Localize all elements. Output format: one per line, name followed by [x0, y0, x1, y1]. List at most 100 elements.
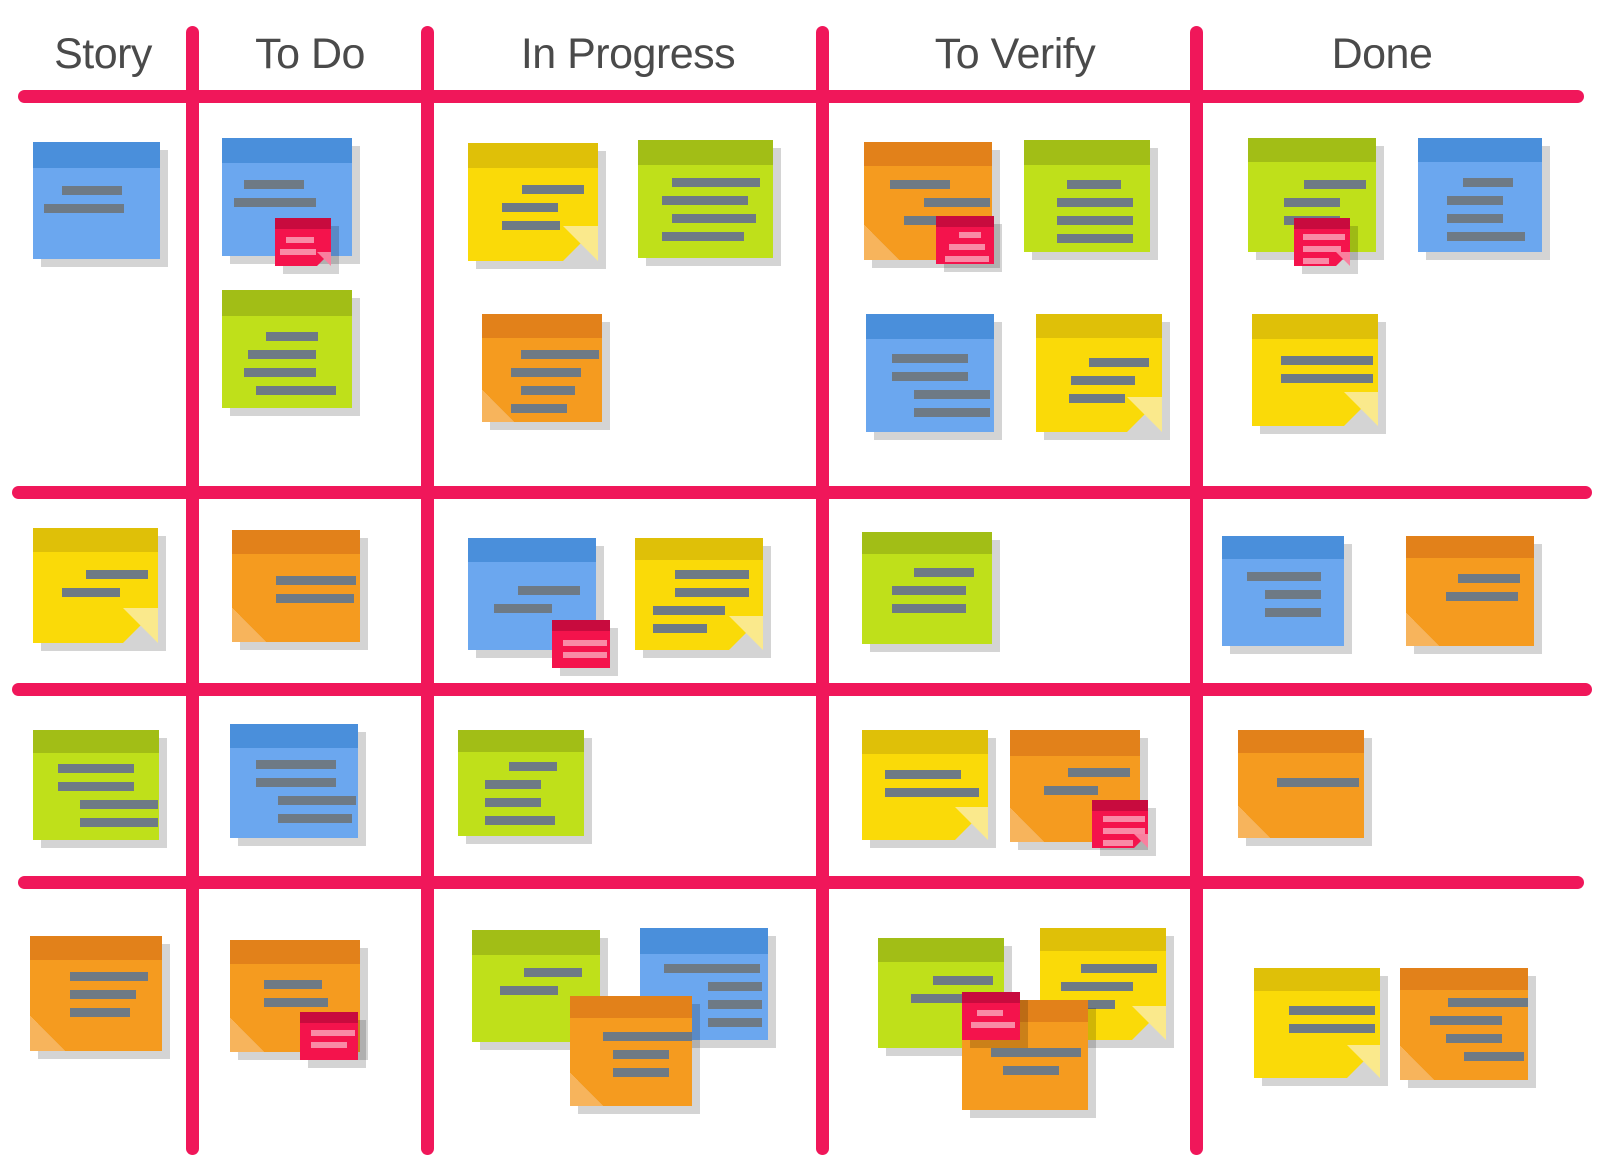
- note-text-line: [509, 762, 557, 771]
- note-text-line: [1089, 358, 1149, 367]
- sticky-note[interactable]: [962, 992, 1028, 1048]
- note-text-line: [1081, 964, 1157, 973]
- note-header-band: [1252, 314, 1378, 339]
- note-surface: [936, 216, 994, 264]
- sticky-note[interactable]: [30, 936, 170, 1059]
- note-text-line: [1069, 394, 1125, 403]
- sticky-note[interactable]: [862, 532, 1000, 652]
- note-text-lines: [1252, 356, 1378, 392]
- note-surface: [230, 724, 358, 838]
- sticky-note[interactable]: [458, 730, 592, 844]
- note-text-lines: [230, 760, 358, 832]
- note-text-line: [256, 760, 336, 769]
- note-text-line: [675, 588, 749, 597]
- note-text-line: [914, 390, 990, 399]
- sticky-note[interactable]: [1406, 536, 1542, 654]
- note-surface: [1400, 968, 1528, 1080]
- note-header-band: [1036, 314, 1162, 338]
- note-surface: [635, 538, 763, 650]
- note-text-line: [522, 185, 584, 194]
- sticky-note[interactable]: [468, 143, 606, 269]
- note-text-line: [248, 350, 316, 359]
- note-text-line: [485, 798, 541, 807]
- sticky-note[interactable]: [862, 730, 996, 848]
- sticky-note[interactable]: [230, 724, 366, 846]
- sticky-note[interactable]: [1036, 314, 1170, 440]
- note-text-line: [977, 1010, 1003, 1016]
- note-text-lines: [468, 586, 596, 622]
- note-text-line: [58, 764, 134, 773]
- note-header-band: [472, 930, 600, 955]
- note-text-line: [278, 796, 356, 805]
- note-text-lines: [1222, 572, 1344, 626]
- note-text-line: [933, 976, 993, 985]
- note-text-line: [971, 1022, 1015, 1028]
- note-surface: [570, 996, 692, 1106]
- note-text-line: [511, 404, 567, 413]
- sticky-note[interactable]: [936, 216, 1002, 272]
- note-surface: [552, 620, 610, 668]
- sticky-note[interactable]: [1254, 968, 1388, 1086]
- note-text-line: [1071, 376, 1135, 385]
- column-header-to-verify[interactable]: To Verify: [815, 33, 1215, 76]
- sticky-note[interactable]: [275, 218, 339, 274]
- note-surface: [1254, 968, 1380, 1078]
- note-text-line: [500, 986, 558, 995]
- note-text-line: [1103, 828, 1145, 834]
- column-header-done[interactable]: Done: [1182, 33, 1582, 76]
- note-text-line: [1247, 572, 1321, 581]
- note-text-line: [914, 408, 990, 417]
- note-text-lines: [936, 232, 994, 264]
- note-text-line: [945, 256, 989, 262]
- note-text-line: [1303, 246, 1341, 252]
- sticky-note[interactable]: [33, 142, 168, 267]
- sticky-note[interactable]: [1418, 138, 1550, 260]
- note-text-line: [1068, 768, 1130, 777]
- sticky-note[interactable]: [482, 314, 610, 430]
- note-surface: [30, 936, 162, 1051]
- note-text-lines: [1238, 778, 1364, 796]
- note-header-band: [1400, 968, 1528, 990]
- column-header-in-progress[interactable]: In Progress: [428, 33, 828, 76]
- note-surface: [232, 530, 360, 642]
- note-text-line: [672, 178, 760, 187]
- note-text-line: [244, 180, 304, 189]
- grid-column-divider-2: [421, 26, 434, 1155]
- note-text-line: [494, 604, 552, 613]
- sticky-note[interactable]: [300, 1012, 366, 1068]
- note-text-line: [563, 652, 607, 658]
- sticky-note[interactable]: [1252, 314, 1386, 434]
- sticky-note[interactable]: [1400, 968, 1536, 1088]
- note-text-line: [892, 372, 968, 381]
- sticky-note[interactable]: [232, 530, 368, 650]
- note-text-line: [892, 604, 966, 613]
- sticky-note[interactable]: [638, 140, 781, 266]
- sticky-note[interactable]: [33, 528, 166, 651]
- grid-column-divider-4: [1190, 26, 1203, 1155]
- sticky-note[interactable]: [1294, 218, 1358, 274]
- note-text-line: [1057, 234, 1133, 243]
- sticky-note[interactable]: [635, 538, 771, 658]
- kanban-board: Story To Do In Progress To Verify Done: [0, 0, 1600, 1167]
- note-text-line: [1289, 1024, 1375, 1033]
- sticky-note[interactable]: [1092, 800, 1156, 856]
- sticky-note[interactable]: [222, 290, 360, 416]
- note-text-line: [511, 368, 581, 377]
- sticky-note[interactable]: [866, 314, 1002, 440]
- sticky-note[interactable]: [1238, 730, 1372, 846]
- sticky-note[interactable]: [1024, 140, 1158, 260]
- note-text-lines: [635, 570, 763, 642]
- sticky-note[interactable]: [570, 996, 700, 1114]
- note-header-band: [552, 620, 610, 631]
- note-surface: [33, 730, 159, 840]
- note-text-line: [613, 1068, 669, 1077]
- note-text-line: [70, 990, 136, 999]
- sticky-note[interactable]: [33, 730, 167, 848]
- note-header-band: [878, 938, 1004, 962]
- note-text-lines: [33, 570, 158, 606]
- note-text-line: [613, 1050, 669, 1059]
- sticky-note[interactable]: [552, 620, 618, 676]
- sticky-note[interactable]: [1222, 536, 1352, 654]
- note-text-line: [1281, 356, 1373, 365]
- grid-column-divider-1: [186, 26, 199, 1155]
